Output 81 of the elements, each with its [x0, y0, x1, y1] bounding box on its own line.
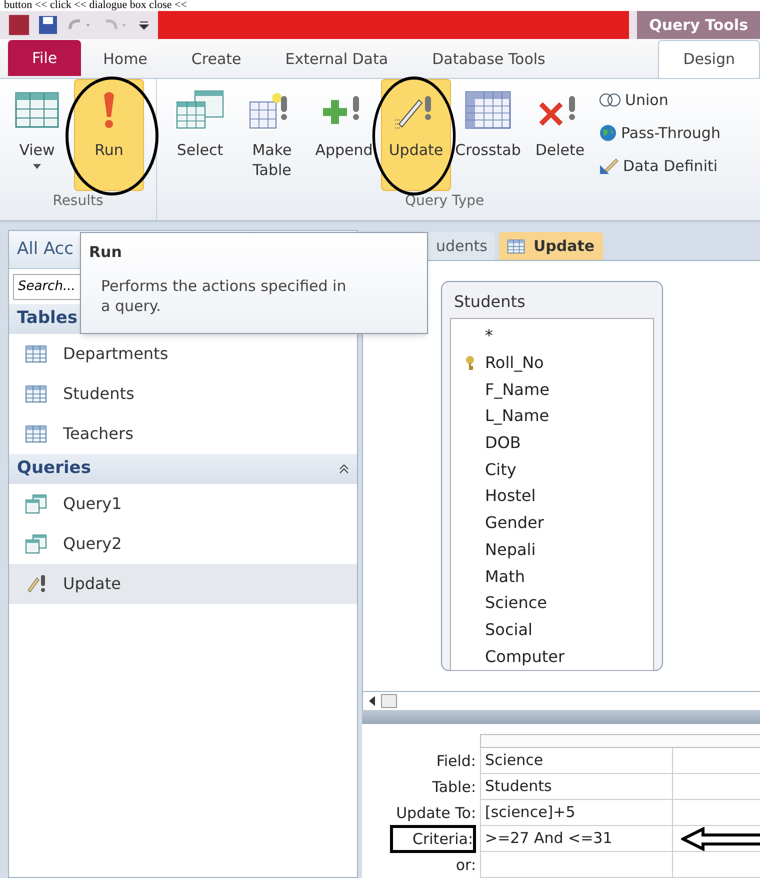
grid-cell[interactable] [672, 774, 760, 800]
ribbon-button[interactable]: Crosstab [453, 79, 523, 191]
pencil-exclamation-icon [25, 574, 47, 594]
nav-item[interactable]: Students [9, 374, 357, 414]
ribbon-button[interactable]: Select [165, 79, 235, 191]
field-name[interactable]: Hostel [485, 484, 536, 508]
ribbon-button[interactable]: Append [309, 79, 379, 191]
scroll-left-icon[interactable] [367, 695, 377, 707]
ribbon-button[interactable]: Update [381, 79, 451, 191]
row-label: Update To: [396, 802, 476, 824]
grid-cell[interactable]: Students [480, 774, 672, 800]
grid-cell[interactable]: Science [480, 748, 672, 774]
nav-item[interactable]: Update [9, 564, 357, 604]
group-header[interactable]: Queries [9, 454, 357, 484]
query-icon [25, 534, 47, 554]
tables-icon [175, 90, 225, 130]
globe-icon [599, 124, 617, 142]
grid-cell[interactable] [672, 826, 760, 852]
table-icon [25, 424, 47, 442]
field-name[interactable]: F_Name [485, 378, 550, 402]
pane-title: All Acc [17, 238, 74, 261]
query-icon [507, 238, 526, 254]
nav-item[interactable]: Query2 [9, 524, 357, 564]
grid-cell[interactable]: [science]+5 [480, 800, 672, 826]
nav-item[interactable]: Teachers [9, 414, 357, 454]
field-name[interactable]: Gender [485, 511, 544, 536]
scrollbar-thumb[interactable] [381, 694, 397, 708]
ribbon-small-button[interactable]: Pass-Through [599, 120, 720, 146]
field-name[interactable]: Science [485, 591, 548, 616]
exclamation-icon [102, 91, 116, 129]
grid-cell[interactable] [672, 748, 760, 774]
ribbon-tab[interactable]: Home [81, 40, 170, 78]
ribbon-tab[interactable]: External Data [263, 40, 410, 78]
ribbon-small-button[interactable]: Data Definiti [599, 153, 720, 179]
field-name[interactable]: Math [485, 564, 526, 589]
grid-cell[interactable] [672, 800, 760, 826]
table-icon [25, 384, 47, 402]
row-label: Criteria: [390, 824, 476, 854]
ribbon-tab[interactable]: Database Tools [410, 40, 568, 78]
context-tab-label: Query Tools [637, 11, 760, 40]
field-list-title: Students [453, 291, 526, 313]
document-tab[interactable]: Update [499, 232, 603, 260]
datasheet-icon [15, 92, 59, 128]
field-name[interactable]: L_Name [485, 404, 550, 428]
collapse-icon[interactable] [339, 462, 349, 474]
ribbon-button[interactable]: Delete [525, 79, 595, 191]
row-label: Field: [436, 750, 476, 772]
table-icon [25, 344, 47, 362]
nav-item[interactable]: Query1 [9, 484, 357, 524]
field-name[interactable]: * [485, 324, 493, 348]
document-tab[interactable]: udents [428, 232, 496, 260]
caption: button << click << dialogue box close << [4, 0, 187, 12]
crosstab-icon [465, 90, 511, 130]
group-label: Query Type [405, 192, 486, 211]
save-icon[interactable] [38, 15, 58, 36]
ribbon-button[interactable]: View [12, 79, 62, 191]
grid-cell[interactable]: >=27 And <=31 [480, 826, 672, 852]
tooltip-text: Performs the actions specified in a query. [100, 276, 348, 316]
field-name[interactable]: Nepali [485, 538, 536, 562]
field-name[interactable]: City [485, 458, 516, 482]
nav-item[interactable]: Departments [9, 334, 357, 374]
row-label: or: [456, 854, 476, 876]
group-label: Results [52, 192, 104, 211]
grid-cell[interactable] [480, 852, 672, 878]
app-logo-icon [8, 14, 30, 36]
file-tab[interactable]: File [8, 40, 82, 76]
row-label: Table: [432, 776, 476, 798]
ribbon-tab[interactable]: Create [169, 40, 264, 78]
rings-icon [599, 93, 621, 107]
pencil-ruler-icon [599, 157, 619, 175]
field-name[interactable]: Computer [485, 644, 565, 669]
field-name[interactable]: Roll_No [485, 351, 544, 376]
field-name[interactable]: DOB [485, 431, 521, 456]
ribbon-button[interactable]: Make Table [237, 79, 307, 191]
field-name[interactable]: Social [485, 618, 532, 642]
tooltip-title: Run [89, 242, 123, 263]
ribbon-small-button[interactable]: Union [599, 87, 720, 113]
grid-cell[interactable] [672, 852, 760, 878]
ribbon-tab[interactable]: Design [658, 40, 760, 78]
query-icon [25, 494, 47, 514]
ribbon-button[interactable]: Run [74, 79, 144, 191]
